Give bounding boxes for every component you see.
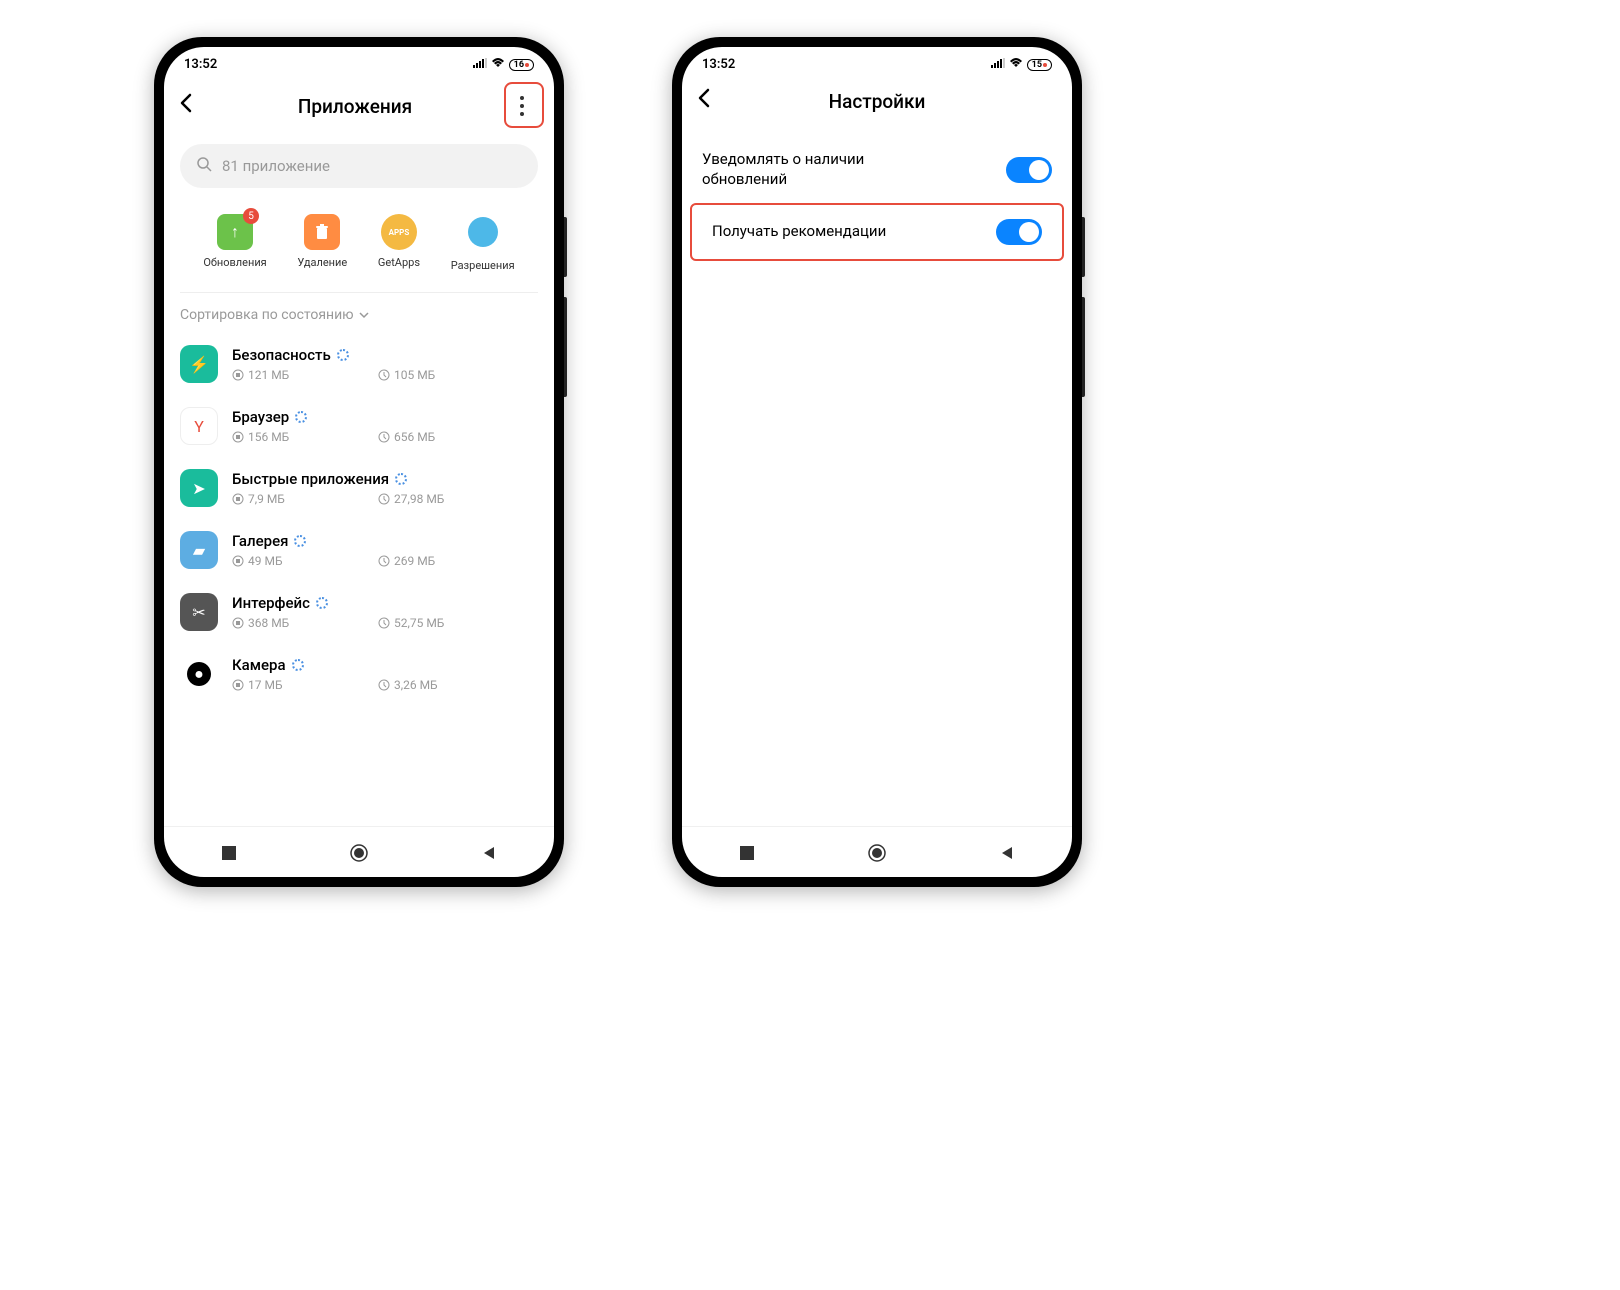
app-icon: ➤ <box>180 469 218 507</box>
sort-dropdown[interactable]: Сортировка по состоянию <box>164 293 554 333</box>
nav-back[interactable] <box>477 841 501 865</box>
page-title-right: Настройки <box>722 90 1032 113</box>
signal-icon <box>473 57 487 72</box>
action-delete[interactable]: Удаление <box>297 214 347 272</box>
search-placeholder: 81 приложение <box>222 157 330 175</box>
app-row[interactable]: ✂ Интерфейс 368 МБ 52,75 МБ <box>164 581 554 643</box>
battery-indicator: 16 <box>509 59 534 71</box>
app-storage: 156 МБ <box>232 430 338 444</box>
app-icon: ▰ <box>180 531 218 569</box>
loading-icon <box>337 349 349 361</box>
app-row[interactable]: ● Камера 17 МБ 3,26 МБ <box>164 643 554 705</box>
more-button[interactable] <box>506 88 538 124</box>
screen-right: 13:52 15 Настройки Уведомлять о наличи <box>682 47 1072 877</box>
app-time: 52,75 МБ <box>378 616 484 630</box>
app-storage: 17 МБ <box>232 678 338 692</box>
search-icon <box>196 156 212 176</box>
header-left: Приложения <box>164 76 554 136</box>
app-time: 656 МБ <box>378 430 484 444</box>
app-row[interactable]: ▰ Галерея 49 МБ 269 МБ <box>164 519 554 581</box>
loading-icon <box>294 535 306 547</box>
loading-icon <box>316 597 328 609</box>
header-right: Настройки <box>682 76 1072 126</box>
status-time-right: 13:52 <box>702 57 735 72</box>
app-time: 3,26 МБ <box>378 678 484 692</box>
chevron-down-icon <box>358 307 370 323</box>
nav-recents[interactable] <box>217 841 241 865</box>
phone-frame-left: 13:52 16 Приложения <box>154 37 564 887</box>
setting-toggle[interactable] <box>1006 157 1052 183</box>
wifi-icon <box>1009 57 1023 72</box>
page-title-left: Приложения <box>204 95 506 118</box>
battery-indicator-right: 15 <box>1027 59 1052 71</box>
setting-label: Получать рекомендации <box>712 222 886 242</box>
app-icon: ● <box>187 662 211 686</box>
loading-icon <box>295 411 307 423</box>
nav-back[interactable] <box>995 841 1019 865</box>
nav-home[interactable] <box>865 841 889 865</box>
app-name: Браузер <box>232 408 538 426</box>
app-time: 105 МБ <box>378 368 484 382</box>
app-storage: 49 МБ <box>232 554 338 568</box>
permissions-icon <box>468 217 498 247</box>
getapps-icon: APPS <box>381 214 417 250</box>
app-row[interactable]: ⚡ Безопасность 121 МБ 105 МБ <box>164 333 554 395</box>
app-name: Галерея <box>232 532 538 550</box>
action-permissions[interactable]: Разрешения <box>451 214 515 272</box>
action-updates[interactable]: ↑5 Обновления <box>203 214 266 272</box>
status-icons-right: 15 <box>991 57 1052 72</box>
nav-recents[interactable] <box>735 841 759 865</box>
app-icon: ✂ <box>180 593 218 631</box>
wifi-icon <box>491 57 505 72</box>
action-row: ↑5 Обновления Удаление APPS GetApps Разр… <box>180 196 538 293</box>
loading-icon <box>292 659 304 671</box>
app-name: Быстрые приложения <box>232 470 538 488</box>
app-row[interactable]: Y Браузер 156 МБ 656 МБ <box>164 395 554 457</box>
nav-bar-right <box>682 826 1072 877</box>
search-bar[interactable]: 81 приложение <box>180 144 538 188</box>
update-icon: ↑5 <box>217 214 253 250</box>
screen-left: 13:52 16 Приложения <box>164 47 554 877</box>
settings-list: Уведомлять о наличии обновлений Получать… <box>682 126 1072 271</box>
loading-icon <box>395 473 407 485</box>
nav-home[interactable] <box>347 841 371 865</box>
app-list[interactable]: ⚡ Безопасность 121 МБ 105 МБ Y Браузер 1… <box>164 333 554 826</box>
phone-frame-right: 13:52 15 Настройки Уведомлять о наличи <box>672 37 1082 887</box>
setting-row: Уведомлять о наличии обновлений <box>682 136 1072 203</box>
status-bar: 13:52 16 <box>164 47 554 76</box>
app-storage: 121 МБ <box>232 368 338 382</box>
nav-bar <box>164 826 554 877</box>
setting-row: Получать рекомендации <box>690 203 1064 261</box>
app-row[interactable]: ➤ Быстрые приложения 7,9 МБ 27,98 МБ <box>164 457 554 519</box>
back-button[interactable] <box>180 93 204 119</box>
setting-label: Уведомлять о наличии обновлений <box>702 150 942 189</box>
setting-toggle[interactable] <box>996 219 1042 245</box>
status-time: 13:52 <box>184 57 217 72</box>
app-storage: 7,9 МБ <box>232 492 338 506</box>
back-button-right[interactable] <box>698 88 722 114</box>
status-bar-right: 13:52 15 <box>682 47 1072 76</box>
app-name: Безопасность <box>232 346 538 364</box>
action-getapps[interactable]: APPS GetApps <box>378 214 420 272</box>
app-icon: ⚡ <box>180 345 218 383</box>
app-name: Интерфейс <box>232 594 538 612</box>
trash-icon <box>304 214 340 250</box>
app-storage: 368 МБ <box>232 616 338 630</box>
status-icons: 16 <box>473 57 534 72</box>
signal-icon <box>991 57 1005 72</box>
app-time: 269 МБ <box>378 554 484 568</box>
app-time: 27,98 МБ <box>378 492 484 506</box>
app-icon: Y <box>180 407 218 445</box>
app-name: Камера <box>232 656 538 674</box>
